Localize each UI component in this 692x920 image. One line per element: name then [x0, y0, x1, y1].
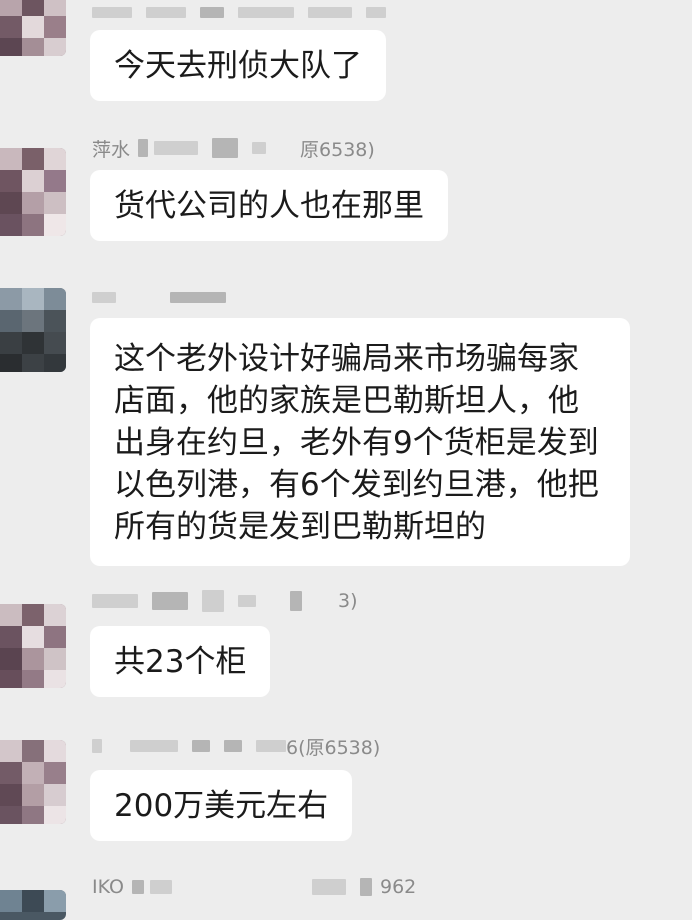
- sender-name: 6(原6538): [92, 735, 381, 759]
- avatar[interactable]: [0, 288, 66, 372]
- message-bubble[interactable]: 这个老外设计好骗局来市场骗每家店面，他的家族是巴勒斯坦人，他出身在约旦，老外有9…: [90, 318, 630, 566]
- message-text: 今天去刑侦大队了: [114, 48, 362, 84]
- avatar[interactable]: [0, 604, 66, 688]
- sender-suffix-text: 6(原6538): [286, 736, 381, 759]
- sender-suffix-text: 3): [338, 590, 358, 612]
- message-text: 货代公司的人也在那里: [114, 188, 424, 224]
- message-text: 共23个柜: [114, 644, 247, 680]
- avatar[interactable]: [0, 0, 66, 56]
- message-bubble[interactable]: 200万美元左右: [90, 770, 353, 841]
- sender-name: [92, 286, 240, 308]
- message-bubble[interactable]: 今天去刑侦大队了: [90, 30, 386, 101]
- sender-name: 萍水 原6538): [92, 137, 375, 161]
- avatar[interactable]: [0, 148, 66, 236]
- sender-suffix-text: 原6538): [300, 138, 375, 161]
- message-text: 200万美元左右: [114, 788, 329, 824]
- avatar[interactable]: [0, 890, 66, 920]
- sender-name: IKO 962: [92, 876, 416, 898]
- message-bubble[interactable]: 货代公司的人也在那里: [90, 170, 448, 241]
- sender-suffix-text: 962: [379, 876, 417, 898]
- message-text: 这个老外设计好骗局来市场骗每家店面，他的家族是巴勒斯坦人，他出身在约旦，老外有9…: [114, 341, 599, 545]
- sender-name: [92, 1, 400, 23]
- message-bubble[interactable]: 共23个柜: [90, 626, 271, 697]
- sender-name: 3): [92, 590, 358, 612]
- sender-name-text: IKO: [92, 876, 124, 898]
- avatar[interactable]: [0, 740, 66, 824]
- sender-name-text: 萍水: [92, 138, 131, 161]
